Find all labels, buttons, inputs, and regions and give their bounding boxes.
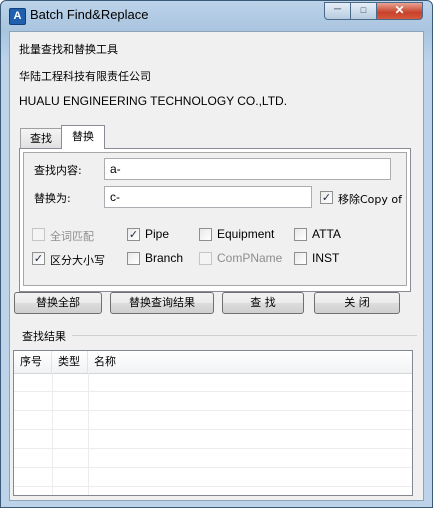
column-header-index[interactable]: 序号 xyxy=(14,351,52,373)
tab-find[interactable]: 查找 xyxy=(20,128,62,148)
checkbox-box[interactable]: ✓ xyxy=(32,252,45,265)
checkbox-box[interactable] xyxy=(199,252,212,265)
checkbox-box[interactable]: ✓ xyxy=(320,191,333,204)
column-header-name[interactable]: 名称 xyxy=(88,351,412,373)
find-content-label: 查找内容: xyxy=(34,164,82,177)
results-group-title: 查找结果 xyxy=(22,330,66,343)
dialog-client-area: 批量查找和替换工具 华陆工程科技有限责任公司 HUALU ENGINEERING… xyxy=(9,31,424,501)
checkbox-box[interactable]: ✓ xyxy=(127,228,140,241)
find-button[interactable]: 查 找 xyxy=(222,292,304,314)
branch-label: Branch xyxy=(145,251,184,265)
minimize-button[interactable]: ─ xyxy=(324,2,351,20)
replace-options-group: 查找内容: a- 替换为: c- ✓ 移除Copy of 全词匹配 ✓ Pipe xyxy=(23,152,407,286)
column-header-type[interactable]: 类型 xyxy=(52,351,88,373)
table-row xyxy=(14,392,412,411)
window-title: Batch Find&Replace xyxy=(30,7,149,22)
replace-with-label: 替换为: xyxy=(34,192,71,205)
maximize-icon: □ xyxy=(360,5,367,15)
batch-find-replace-window: A Batch Find&Replace ─ □ ✕ 批量查找和替换工具 华陆工… xyxy=(0,0,433,508)
remove-copy-of-label: 移除Copy of xyxy=(338,193,403,206)
checkbox-box[interactable] xyxy=(199,228,212,241)
close-window-button[interactable]: ✕ xyxy=(376,2,423,20)
close-button[interactable]: 关 闭 xyxy=(314,292,400,314)
company-name-en: HUALU ENGINEERING TECHNOLOGY CO.,LTD. xyxy=(19,94,288,108)
app-logo-icon: A xyxy=(9,8,26,25)
inst-label: INST xyxy=(312,251,340,265)
tool-description: 批量查找和替换工具 xyxy=(19,43,118,56)
replace-all-button[interactable]: 替换全部 xyxy=(14,292,102,314)
minimize-icon: ─ xyxy=(333,4,342,15)
checkbox-box[interactable] xyxy=(32,228,45,241)
replace-with-input[interactable]: c- xyxy=(104,186,312,208)
results-list[interactable]: 序号 类型 名称 xyxy=(13,350,413,496)
tab-replace[interactable]: 替换 xyxy=(61,125,105,149)
table-row xyxy=(14,449,412,468)
checkbox-box[interactable] xyxy=(294,252,307,265)
atta-label: ATTA xyxy=(312,227,341,241)
results-group-divider xyxy=(72,335,417,336)
company-name-cn: 华陆工程科技有限责任公司 xyxy=(19,70,151,83)
match-case-label: 区分大小写 xyxy=(50,254,105,267)
title-bar[interactable]: A Batch Find&Replace ─ □ ✕ xyxy=(1,1,432,29)
results-header: 序号 类型 名称 xyxy=(14,351,412,374)
maximize-button[interactable]: □ xyxy=(350,2,377,20)
compname-label: ComPName xyxy=(217,251,283,265)
checkbox-box[interactable] xyxy=(294,228,307,241)
replace-results-button[interactable]: 替换查询结果 xyxy=(110,292,214,314)
find-content-input[interactable]: a- xyxy=(104,158,391,180)
pipe-label: Pipe xyxy=(145,227,170,241)
table-row xyxy=(14,373,412,392)
whole-word-label: 全词匹配 xyxy=(50,230,94,243)
table-row xyxy=(14,468,412,487)
table-row xyxy=(14,430,412,449)
checkbox-box[interactable] xyxy=(127,252,140,265)
close-icon: ✕ xyxy=(394,3,405,17)
equipment-label: Equipment xyxy=(217,227,275,241)
replace-tab-panel: 查找内容: a- 替换为: c- ✓ 移除Copy of 全词匹配 ✓ Pipe xyxy=(19,148,411,292)
table-row xyxy=(14,411,412,430)
